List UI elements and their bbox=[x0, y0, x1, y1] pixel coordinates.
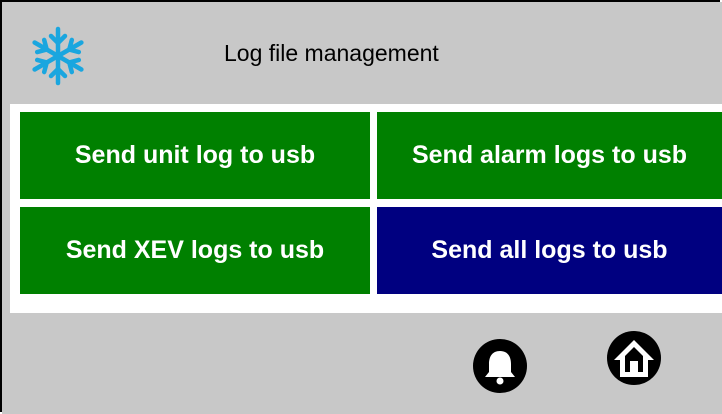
snowflake-icon bbox=[32, 26, 84, 86]
header: Log file management bbox=[2, 2, 722, 104]
button-panel: Send unit log to usb Send alarm logs to … bbox=[10, 104, 722, 313]
footer bbox=[2, 313, 722, 414]
page-title: Log file management bbox=[224, 40, 439, 66]
send-alarm-logs-button[interactable]: Send alarm logs to usb bbox=[377, 112, 722, 199]
send-all-logs-button[interactable]: Send all logs to usb bbox=[377, 207, 722, 294]
screen: Log file management Send unit log to usb… bbox=[0, 0, 722, 414]
send-xev-logs-button[interactable]: Send XEV logs to usb bbox=[20, 207, 370, 294]
bell-icon[interactable] bbox=[472, 338, 528, 394]
home-icon[interactable] bbox=[606, 330, 662, 386]
send-unit-log-button[interactable]: Send unit log to usb bbox=[20, 112, 370, 199]
